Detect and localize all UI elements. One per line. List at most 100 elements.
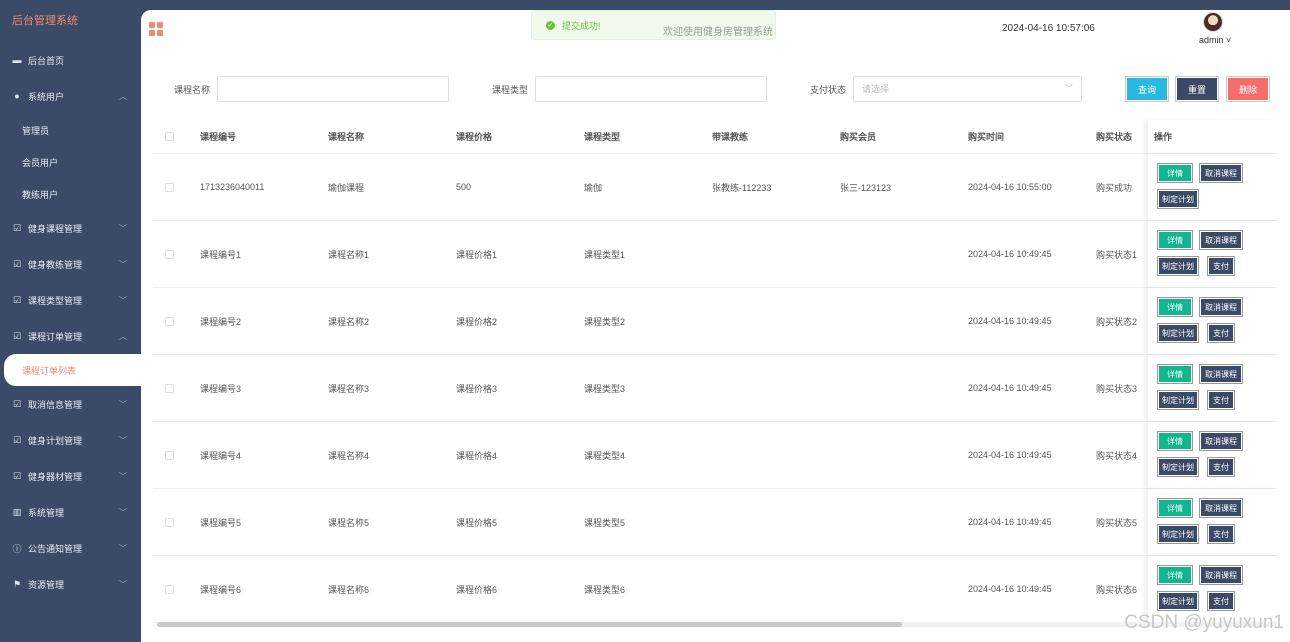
- sidebar-subitem-admin[interactable]: 管理员: [0, 114, 141, 146]
- row-actions: 详情 取消课程 制定计划 支付: [1147, 221, 1277, 287]
- detail-button[interactable]: 详情: [1157, 364, 1193, 384]
- cell-time: 2024-04-16 10:49:45: [968, 316, 1052, 326]
- avatar[interactable]: [1203, 12, 1223, 32]
- pay-button[interactable]: 支付: [1207, 256, 1235, 276]
- course-type-input[interactable]: [535, 76, 767, 102]
- cancel-course-button[interactable]: 取消课程: [1199, 431, 1243, 451]
- sidebar-item-equipment[interactable]: ☑ 健身器材管理 ﹀: [0, 458, 141, 494]
- table-header: 课程编号 课程名称 课程价格 课程类型 带课教练 购买会员 购买时间 购买状态 …: [153, 120, 1277, 154]
- detail-button[interactable]: 详情: [1157, 431, 1193, 451]
- sidebar-item-notices[interactable]: ⓘ 公告通知管理 ﹀: [0, 530, 141, 566]
- delete-button[interactable]: 删除: [1226, 76, 1270, 102]
- row-checkbox[interactable]: [165, 182, 174, 192]
- horizontal-scrollbar[interactable]: [157, 622, 1277, 627]
- row-checkbox[interactable]: [165, 584, 174, 594]
- table-row: 1713236040011 瑜伽课程 500 瑜伽 张教练-112233 张三-12312…: [153, 154, 1277, 221]
- sidebar-item-label: 系统用户: [28, 91, 65, 102]
- detail-button[interactable]: 详情: [1157, 498, 1193, 518]
- detail-button[interactable]: 详情: [1157, 565, 1193, 585]
- make-plan-button[interactable]: 制定计划: [1157, 457, 1199, 477]
- checkbox-icon: ☑: [12, 330, 22, 341]
- sidebar-item-system-users[interactable]: ● 系统用户 ︿: [0, 78, 141, 114]
- pay-button[interactable]: 支付: [1207, 390, 1235, 410]
- sidebar-item-system[interactable]: ▥ 系统管理 ﹀: [0, 494, 141, 530]
- cell-time: 2024-04-16 10:49:45: [968, 249, 1052, 259]
- row-actions: 详情 取消课程 制定计划: [1147, 154, 1277, 220]
- sidebar-item-course-orders[interactable]: ☑ 课程订单管理 ︿: [0, 318, 141, 354]
- flag-icon: ⚑: [12, 578, 22, 589]
- chevron-down-icon: ﹀: [119, 399, 127, 409]
- row-actions: 详情 取消课程 制定计划 支付: [1147, 355, 1277, 421]
- sidebar-item-course-types[interactable]: ☑ 课程类型管理 ﹀: [0, 282, 141, 318]
- query-button[interactable]: 查询: [1125, 76, 1169, 102]
- cell-type: 课程类型2: [584, 316, 626, 327]
- sidebar-item-plans[interactable]: ☑ 健身计划管理 ﹀: [0, 422, 141, 458]
- cell-code: 课程编号1: [200, 249, 242, 260]
- cell-code: 课程编号2: [200, 316, 242, 327]
- sidebar-item-coaches[interactable]: ☑ 健身教练管理 ﹀: [0, 246, 141, 282]
- detail-button[interactable]: 详情: [1157, 230, 1193, 250]
- pay-button[interactable]: 支付: [1207, 591, 1235, 611]
- make-plan-button[interactable]: 制定计划: [1157, 390, 1199, 410]
- sidebar-subitem-coach-users[interactable]: 教练用户: [0, 178, 141, 210]
- col-header-actions: 操作: [1154, 132, 1173, 142]
- cell-code: 课程编号6: [200, 584, 242, 595]
- welcome-text: 欢迎使用健身房管理系统: [663, 27, 773, 38]
- row-actions: 详情 取消课程 制定计划 支付: [1147, 288, 1277, 354]
- menu-toggle-icon[interactable]: [149, 22, 163, 36]
- make-plan-button[interactable]: 制定计划: [1157, 591, 1199, 611]
- cell-type: 课程类型6: [584, 584, 626, 595]
- reset-button[interactable]: 重置: [1175, 76, 1219, 102]
- cell-price: 500: [456, 182, 472, 192]
- sidebar-subitem-member-users[interactable]: 会员用户: [0, 146, 141, 178]
- row-checkbox[interactable]: [165, 450, 174, 460]
- monitor-icon: ▬: [12, 55, 22, 65]
- sidebar-item-cancellations[interactable]: ☑ 取消信息管理 ﹀: [0, 386, 141, 422]
- cell-code: 1713236040011: [200, 182, 265, 192]
- sidebar-item-label: 健身教练管理: [28, 259, 83, 270]
- row-checkbox[interactable]: [165, 249, 174, 259]
- pay-button[interactable]: 支付: [1207, 323, 1235, 343]
- make-plan-button[interactable]: 制定计划: [1157, 256, 1199, 276]
- cancel-course-button[interactable]: 取消课程: [1199, 498, 1243, 518]
- make-plan-button[interactable]: 制定计划: [1157, 189, 1199, 209]
- cell-name: 课程名称6: [328, 584, 370, 595]
- cancel-course-button[interactable]: 取消课程: [1199, 163, 1243, 183]
- top-strip: [141, 0, 1290, 10]
- cancel-course-button[interactable]: 取消课程: [1199, 565, 1243, 585]
- table-row: 课程编号6 课程名称6 课程价格6 课程类型6 2024-04-16 10:49:45 购…: [153, 556, 1277, 623]
- cancel-course-button[interactable]: 取消课程: [1199, 230, 1243, 250]
- cell-time: 2024-04-16 10:49:45: [968, 517, 1052, 527]
- sidebar-item-resources[interactable]: ⚑ 资源管理 ﹀: [0, 566, 141, 602]
- chevron-down-icon: ﹀: [119, 471, 127, 481]
- sidebar-item-label: 后台首页: [28, 55, 65, 66]
- pay-button[interactable]: 支付: [1207, 524, 1235, 544]
- sidebar-subitem-order-list[interactable]: 课程订单列表: [4, 354, 141, 386]
- cancel-course-button[interactable]: 取消课程: [1199, 364, 1243, 384]
- detail-button[interactable]: 详情: [1157, 163, 1193, 183]
- scrollbar-thumb[interactable]: [157, 622, 902, 627]
- sidebar-item-courses[interactable]: ☑ 健身课程管理 ﹀: [0, 210, 141, 246]
- watermark: CSDN @yuyuxun1: [1124, 612, 1284, 633]
- row-checkbox[interactable]: [165, 316, 174, 326]
- brand-title: 后台管理系统: [12, 15, 78, 27]
- detail-button[interactable]: 详情: [1157, 297, 1193, 317]
- cell-price: 课程价格2: [456, 316, 498, 327]
- pay-button[interactable]: 支付: [1207, 457, 1235, 477]
- orders-table: 课程编号 课程名称 课程价格 课程类型 带课教练 购买会员 购买时间 购买状态 …: [153, 120, 1277, 623]
- cell-status: 购买状态3: [1096, 383, 1138, 394]
- user-menu[interactable]: admin ˅: [1199, 35, 1231, 45]
- make-plan-button[interactable]: 制定计划: [1157, 323, 1199, 343]
- cell-price: 课程价格4: [456, 450, 498, 461]
- row-checkbox[interactable]: [165, 517, 174, 527]
- row-checkbox[interactable]: [165, 383, 174, 393]
- sidebar-item-label: 课程类型管理: [28, 295, 83, 306]
- select-all-checkbox[interactable]: [165, 132, 174, 141]
- pay-status-select[interactable]: 请选择 ﹀: [853, 76, 1082, 102]
- course-name-input[interactable]: [217, 76, 449, 102]
- sidebar-item-home[interactable]: ▬ 后台首页: [0, 42, 141, 78]
- make-plan-button[interactable]: 制定计划: [1157, 524, 1199, 544]
- sidebar-item-label: 取消信息管理: [28, 399, 83, 410]
- cancel-course-button[interactable]: 取消课程: [1199, 297, 1243, 317]
- cell-name: 瑜伽课程: [328, 182, 365, 193]
